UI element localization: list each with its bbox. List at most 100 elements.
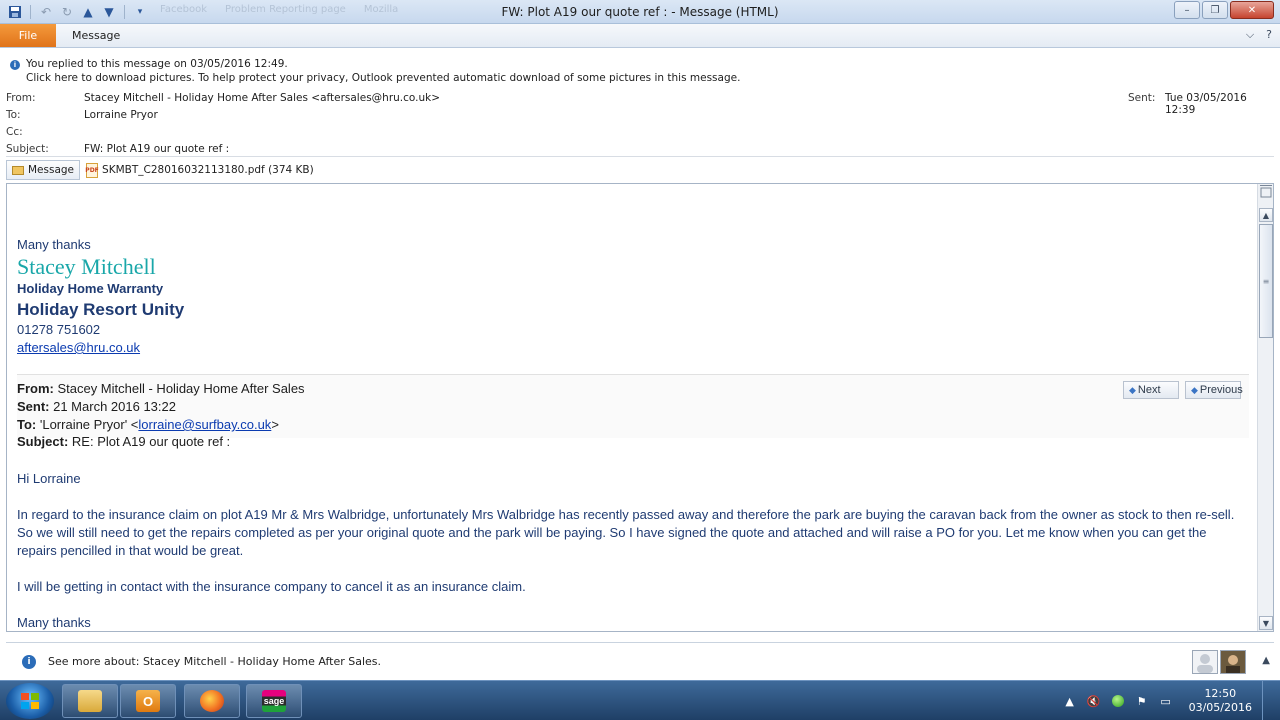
fw-from-label: From: — [17, 381, 54, 396]
tab-message[interactable]: Message — [72, 24, 120, 47]
volume-muted-icon[interactable]: 🔇 — [1087, 694, 1101, 708]
taskbar-app-outlook[interactable]: O — [120, 684, 176, 718]
signature-company: Holiday Resort Unity — [17, 300, 185, 319]
header-divider — [6, 156, 1274, 157]
redo-icon[interactable]: ↻ — [58, 3, 76, 21]
signature-thanks: Many thanks — [17, 237, 91, 252]
next-button[interactable]: ◆ Next — [1123, 381, 1179, 399]
status-green-icon[interactable] — [1111, 694, 1125, 708]
fw-subject-line: Subject: RE: Plot A19 our quote ref : — [17, 434, 230, 449]
clock[interactable]: 12:50 03/05/2016 — [1189, 687, 1252, 715]
previous-label: Previous — [1199, 384, 1243, 396]
signature-name: Stacey Mitchell — [17, 254, 156, 279]
ribbon-right-controls: ⌵ ? — [1246, 28, 1272, 42]
clock-time: 12:50 — [1204, 687, 1237, 700]
sent-value: Tue 03/05/2016 12:39 — [1165, 92, 1247, 116]
previous-arrow-icon: ◆ — [1191, 384, 1198, 395]
network-icon[interactable]: ▭ — [1159, 694, 1173, 708]
title-bar: ↶ ↻ ▲ ▼ ▾ Facebook Problem Reporting pag… — [0, 0, 1280, 24]
folder-icon — [78, 690, 102, 712]
background-tabs: Facebook Problem Reporting page Mozilla — [160, 4, 398, 15]
subject-value: FW: Plot A19 our quote ref : — [84, 143, 230, 155]
body-paragraph-2: I will be getting in contact with the in… — [17, 579, 526, 594]
maximize-button[interactable]: ❐ — [1202, 1, 1228, 19]
pdf-file-icon: PDF — [85, 162, 99, 178]
download-pictures-notice[interactable]: Click here to download pictures. To help… — [26, 72, 740, 84]
reply-notice: You replied to this message on 03/05/201… — [26, 58, 288, 70]
undo-icon[interactable]: ↶ — [37, 3, 55, 21]
expand-ribbon-icon[interactable]: ⌵ — [1246, 28, 1254, 42]
info-icon: i — [10, 60, 20, 70]
attachment-bar: Message PDF SKMBT_C28016032113180.pdf (3… — [6, 159, 314, 181]
sent-label: Sent: — [1128, 92, 1156, 104]
pdf-attachment[interactable]: PDF SKMBT_C28016032113180.pdf (374 KB) — [85, 162, 314, 178]
vertical-scrollbar[interactable]: ▲ ≡ ▼ — [1257, 184, 1273, 631]
avatar[interactable] — [1192, 650, 1218, 674]
quick-access-toolbar: ↶ ↻ ▲ ▼ ▾ — [6, 3, 149, 21]
previous-button[interactable]: ◆ Previous — [1185, 381, 1243, 399]
tab-file[interactable]: File — [0, 24, 56, 47]
customize-toolbar-icon[interactable]: ▾ — [131, 3, 149, 21]
save-icon[interactable] — [6, 3, 24, 21]
people-pane-text[interactable]: See more about: Stacey Mitchell - Holida… — [48, 655, 381, 668]
fw-from-value: Stacey Mitchell - Holiday Home After Sal… — [53, 381, 305, 396]
from-value[interactable]: Stacey Mitchell - Holiday Home After Sal… — [84, 92, 440, 104]
toolbar-separator — [30, 5, 31, 19]
show-hidden-icons-icon[interactable]: ▲ — [1063, 694, 1077, 708]
scroll-up-button[interactable]: ▲ — [1259, 208, 1273, 222]
firefox-icon — [200, 690, 224, 712]
fw-to-email-link[interactable]: lorraine@surfbay.co.uk — [138, 417, 271, 432]
people-pane: i See more about: Stacey Mitchell - Holi… — [6, 642, 1274, 680]
previous-item-icon[interactable]: ▲ — [79, 3, 97, 21]
system-tray: ▲ 🔇 ⚑ ▭ 12:50 03/05/2016 — [1063, 681, 1274, 720]
signature-title: Holiday Home Warranty — [17, 281, 164, 296]
fw-sent-line: Sent: 21 March 2016 13:22 — [17, 399, 176, 414]
to-value[interactable]: Lorraine Pryor — [84, 109, 158, 121]
expand-people-pane-icon[interactable]: ▲ — [1262, 655, 1270, 666]
closing: Many thanks — [17, 615, 91, 630]
action-center-flag-icon[interactable]: ⚑ — [1135, 694, 1149, 708]
clock-date: 03/05/2016 — [1188, 701, 1252, 714]
greeting: Hi Lorraine — [17, 471, 81, 486]
window-controls: – ❐ ✕ — [1174, 1, 1274, 19]
ghost-tab: Facebook — [160, 4, 207, 15]
body-paragraph-1: In regard to the insurance claim on plot… — [17, 507, 1235, 558]
message-body-pane[interactable]: Many thanks Stacey Mitchell Holiday Home… — [6, 183, 1274, 632]
scroll-down-button[interactable]: ▼ — [1259, 616, 1273, 630]
envelope-icon — [12, 165, 24, 175]
pdf-attachment-label: SKMBT_C28016032113180.pdf (374 KB) — [102, 164, 314, 176]
info-icon: i — [22, 655, 36, 669]
zoom-icon[interactable] — [1259, 184, 1273, 198]
ribbon-tabs: File Message ⌵ ? — [0, 24, 1280, 48]
start-button[interactable] — [6, 683, 54, 719]
help-icon[interactable]: ? — [1266, 28, 1272, 42]
taskbar-app-firefox[interactable] — [184, 684, 240, 718]
forwarded-header: From: Stacey Mitchell - Holiday Home Aft… — [17, 374, 1249, 438]
show-desktop-button[interactable] — [1262, 681, 1274, 720]
taskbar-app-explorer[interactable] — [62, 684, 118, 718]
outlook-icon: O — [136, 690, 160, 712]
info-bar[interactable]: i You replied to this message on 03/05/2… — [0, 57, 1280, 87]
next-item-icon[interactable]: ▼ — [100, 3, 118, 21]
signature-email-link[interactable]: aftersales@hru.co.uk — [17, 340, 140, 355]
cc-label: Cc: — [6, 126, 23, 138]
next-arrow-icon: ◆ — [1129, 384, 1136, 395]
message-attachment-button[interactable]: Message — [6, 160, 81, 180]
taskbar-app-sage[interactable]: sage — [246, 684, 302, 718]
scroll-thumb[interactable]: ≡ — [1259, 224, 1273, 338]
fw-sent-label: Sent: — [17, 399, 50, 414]
message-attachment-label: Message — [28, 164, 75, 176]
fw-to-prefix: 'Lorraine Pryor' < — [36, 417, 139, 432]
close-button[interactable]: ✕ — [1230, 1, 1274, 19]
fw-to-line: To: 'Lorraine Pryor' <lorraine@surfbay.c… — [17, 417, 279, 432]
fw-to-suffix: > — [271, 417, 279, 432]
to-label: To: — [6, 109, 21, 121]
toolbar-separator — [124, 5, 125, 19]
fw-subject-label: Subject: — [17, 434, 69, 449]
fw-from-line: From: Stacey Mitchell - Holiday Home Aft… — [17, 381, 305, 396]
fw-sent-value: 21 March 2016 13:22 — [49, 399, 176, 414]
minimize-button[interactable]: – — [1174, 1, 1200, 19]
avatar[interactable] — [1220, 650, 1246, 674]
ghost-tab: Problem Reporting page — [225, 4, 346, 15]
next-label: Next — [1137, 384, 1161, 396]
